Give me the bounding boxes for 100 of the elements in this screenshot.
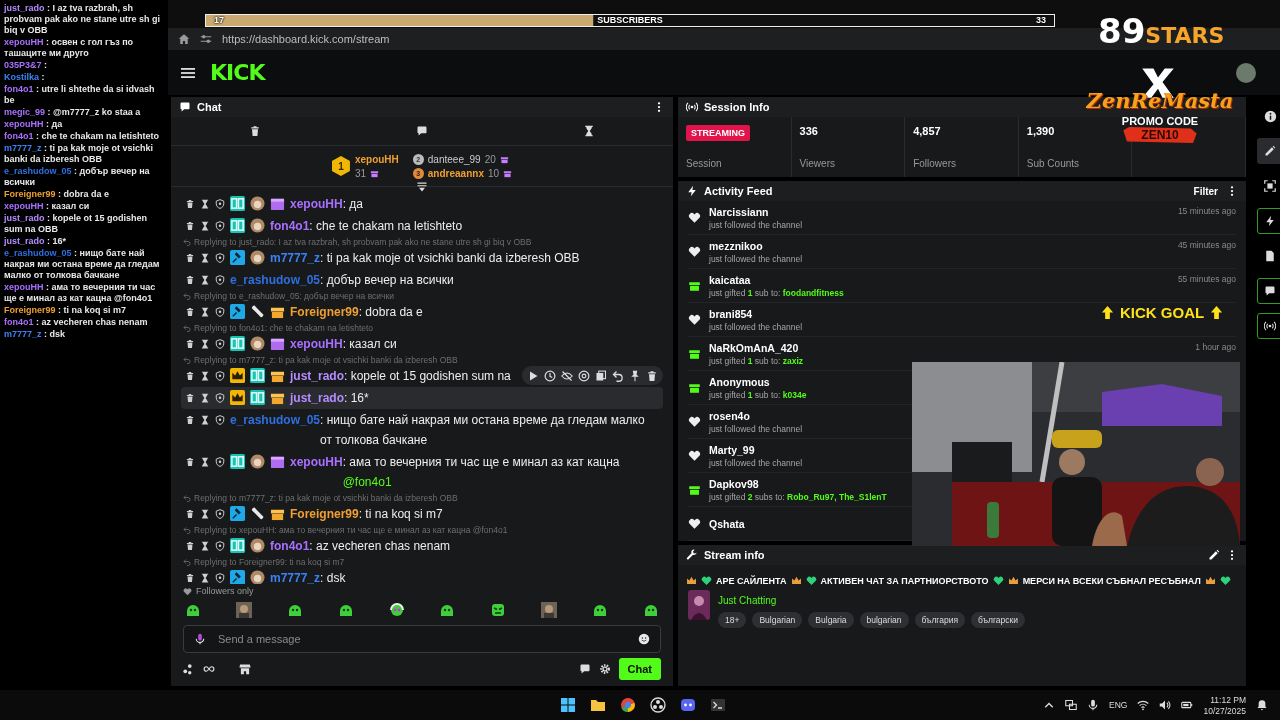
- chat-icon[interactable]: [578, 663, 591, 675]
- collapse-icon[interactable]: [416, 181, 428, 193]
- message-field[interactable]: Send a message: [216, 632, 628, 646]
- recipient-link[interactable]: zaxiz: [782, 355, 804, 366]
- trash-icon[interactable]: [185, 371, 195, 381]
- volume-icon[interactable]: [1159, 699, 1172, 711]
- tag-chip[interactable]: Bulgarian: [752, 612, 803, 628]
- trash-icon[interactable]: [185, 393, 195, 403]
- mic-icon[interactable]: [194, 633, 206, 645]
- hourglass-icon[interactable]: [200, 253, 210, 263]
- tag-chip[interactable]: Bulgaria: [808, 612, 854, 628]
- username[interactable]: xepouHH: [290, 334, 343, 354]
- trash-icon[interactable]: [646, 369, 658, 382]
- emote-icon[interactable]: [388, 602, 405, 618]
- trash-icon[interactable]: [185, 253, 195, 263]
- emote-icon[interactable]: [337, 602, 354, 618]
- mention-link[interactable]: @fon4o1: [342, 475, 392, 489]
- hourglass-icon[interactable]: [200, 415, 210, 425]
- chat-button[interactable]: [1257, 278, 1280, 304]
- tag-chip[interactable]: българия: [914, 612, 966, 628]
- trash-icon[interactable]: [185, 307, 195, 317]
- recorder-icon[interactable]: [650, 697, 666, 713]
- send-button[interactable]: Chat: [618, 658, 661, 680]
- home-icon[interactable]: [178, 33, 190, 45]
- shield-icon[interactable]: [215, 415, 225, 425]
- hourglass-icon[interactable]: [200, 509, 210, 519]
- shield-icon[interactable]: [215, 541, 225, 551]
- start-icon[interactable]: [560, 697, 576, 713]
- trash-icon[interactable]: [185, 509, 195, 519]
- username[interactable]: xepouHH: [290, 452, 343, 472]
- folder-icon[interactable]: [590, 697, 606, 713]
- activity-user[interactable]: mezznikoo: [709, 239, 763, 252]
- hourglass-icon[interactable]: [200, 339, 210, 349]
- bell-icon[interactable]: [1256, 699, 1268, 711]
- pin-icon[interactable]: [629, 369, 641, 382]
- hourglass-icon[interactable]: [583, 125, 596, 137]
- activity-user[interactable]: brani854: [709, 307, 753, 320]
- tag-chip[interactable]: bulgarian: [859, 612, 909, 628]
- broadcast-icon[interactable]: [1264, 320, 1276, 332]
- avatar[interactable]: [1236, 62, 1256, 83]
- shield-icon[interactable]: [215, 509, 225, 519]
- url-field[interactable]: https://dashboard.kick.com/stream: [222, 33, 390, 45]
- hide-icon[interactable]: [561, 369, 573, 382]
- mic-icon[interactable]: [1087, 699, 1100, 711]
- username[interactable]: xepouHH: [290, 194, 343, 214]
- emote-icon[interactable]: [185, 602, 201, 618]
- emote-icon[interactable]: [642, 602, 659, 618]
- reply-icon[interactable]: [612, 369, 624, 382]
- terminal-icon[interactable]: [710, 697, 726, 713]
- store-icon[interactable]: [239, 663, 251, 675]
- shield-icon[interactable]: [215, 221, 225, 231]
- trash-icon[interactable]: [185, 199, 195, 209]
- emote-icon[interactable]: [592, 602, 608, 618]
- shield-icon[interactable]: [215, 457, 225, 467]
- hourglass-icon[interactable]: [200, 307, 210, 317]
- message-field-frame[interactable]: Send a message: [183, 625, 661, 653]
- trash-icon[interactable]: [185, 457, 195, 467]
- language-indicator[interactable]: ENG: [1109, 700, 1128, 710]
- trash-icon[interactable]: [185, 573, 195, 583]
- shield-icon[interactable]: [215, 253, 225, 263]
- emote-icon[interactable]: [439, 602, 456, 618]
- activity-user[interactable]: Dapkov98: [709, 477, 759, 490]
- trash-icon[interactable]: [185, 339, 195, 349]
- tag-chip[interactable]: 18+: [718, 612, 747, 628]
- username[interactable]: just_rado: [290, 366, 344, 386]
- edit-button[interactable]: [1257, 138, 1280, 164]
- filter-button[interactable]: Filter: [1193, 185, 1218, 197]
- emote-icon[interactable]: [490, 602, 507, 618]
- username[interactable]: Foreigner99: [290, 302, 359, 322]
- category-link[interactable]: Just Chatting: [718, 595, 777, 606]
- copy-icon[interactable]: [595, 369, 607, 382]
- hourglass-icon[interactable]: [200, 573, 210, 583]
- tag-chip[interactable]: български: [971, 612, 1026, 628]
- shield-icon[interactable]: [215, 339, 225, 349]
- network-icon[interactable]: [1065, 699, 1078, 711]
- clock-date[interactable]: 10/27/2025: [1203, 705, 1246, 716]
- shield-icon[interactable]: [215, 275, 225, 285]
- hourglass-icon[interactable]: [200, 371, 210, 381]
- activity-user[interactable]: Marty_99: [709, 443, 755, 456]
- trash-icon[interactable]: [248, 125, 261, 137]
- site-settings-icon[interactable]: [200, 33, 212, 45]
- bolt-icon[interactable]: [1264, 215, 1276, 227]
- wifi-icon[interactable]: [1137, 699, 1150, 711]
- pencil-icon[interactable]: [1264, 145, 1276, 157]
- activity-user[interactable]: Anonymous: [709, 375, 770, 388]
- clock-time[interactable]: 11:12 PM: [1210, 694, 1246, 705]
- hourglass-icon[interactable]: [200, 393, 210, 403]
- activity-user[interactable]: NaRkOmAnA_420: [709, 341, 799, 354]
- recipient-link[interactable]: foodandfitness: [782, 287, 844, 298]
- play-icon[interactable]: [527, 369, 539, 382]
- fullscreen-icon[interactable]: [1264, 180, 1276, 192]
- trash-icon[interactable]: [185, 415, 195, 425]
- chat-icon[interactable]: [416, 125, 428, 137]
- mention-icon[interactable]: [578, 369, 590, 382]
- kick-logo[interactable]: KICK: [210, 60, 265, 85]
- emoji-icon[interactable]: [638, 633, 650, 645]
- activity-user[interactable]: Qshata: [709, 517, 745, 530]
- emote-icon[interactable]: [286, 602, 303, 618]
- recipient-link[interactable]: k034e: [782, 389, 807, 400]
- activity-user[interactable]: kaicataa: [709, 273, 751, 286]
